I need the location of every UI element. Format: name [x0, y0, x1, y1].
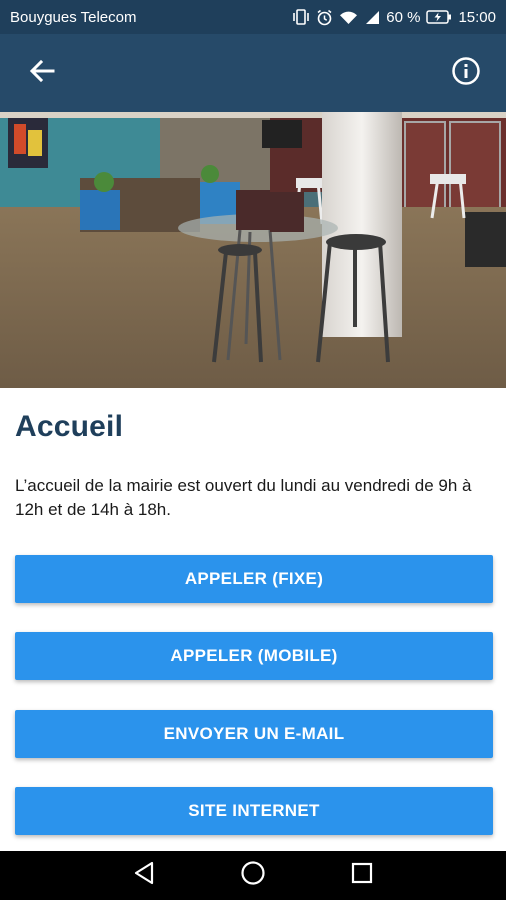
- carrier-name: Bouygues Telecom: [10, 8, 137, 26]
- system-nav-bar: [0, 851, 506, 900]
- send-email-button[interactable]: ENVOYER UN E-MAIL: [15, 710, 493, 758]
- battery-percent: 60 %: [386, 8, 421, 26]
- reception-hall-photo: [0, 112, 506, 388]
- nav-recents-icon: [351, 862, 373, 889]
- nav-recents-button[interactable]: [342, 856, 382, 896]
- clock-time: 15:00: [458, 8, 496, 26]
- website-button[interactable]: SITE INTERNET: [15, 787, 493, 835]
- info-icon: [451, 56, 481, 91]
- arrow-back-icon: [29, 59, 55, 88]
- page-title: Accueil: [15, 410, 124, 443]
- app-bar: [0, 34, 506, 112]
- battery-charging-icon: [426, 10, 452, 24]
- signal-icon: [364, 10, 380, 25]
- alarm-icon: [316, 9, 333, 26]
- nav-home-icon: [240, 860, 266, 891]
- content-area: Accueil L’accueil de la mairie est ouver…: [15, 388, 493, 522]
- back-button[interactable]: [24, 55, 60, 91]
- status-bar: Bouygues Telecom 60 % 15:00: [0, 0, 506, 34]
- nav-home-button[interactable]: [233, 856, 273, 896]
- opening-hours-text: L’accueil de la mairie est ouvert du lun…: [15, 476, 472, 519]
- status-icons: 60 % 15:00: [292, 9, 496, 26]
- call-mobile-button[interactable]: APPELER (MOBILE): [15, 632, 493, 680]
- nav-back-icon: [133, 861, 155, 890]
- info-button[interactable]: [448, 55, 484, 91]
- wifi-icon: [339, 10, 358, 25]
- vibrate-icon: [292, 9, 310, 25]
- nav-back-button[interactable]: [124, 856, 164, 896]
- call-landline-button[interactable]: APPELER (FIXE): [15, 555, 493, 603]
- hero-image: [0, 112, 506, 388]
